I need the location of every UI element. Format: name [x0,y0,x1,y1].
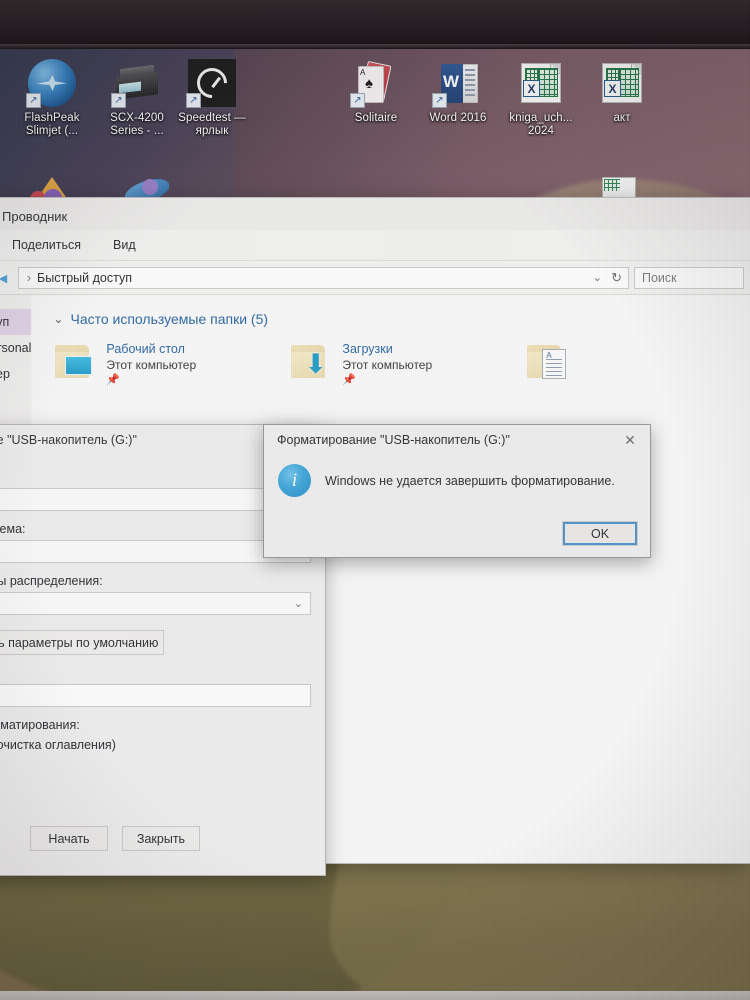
shortcut-arrow-icon: ↗ [186,93,201,108]
tab-share[interactable]: Поделиться [0,238,97,252]
volume-label-input[interactable] [0,684,311,707]
folder-location: Этот компьютер [106,358,197,372]
folder-list: Рабочий стол Этот компьютер 📌 ⬇ Загрузки… [53,341,750,387]
info-icon-glyph: i [291,469,298,491]
monitor-bezel-top [0,0,750,46]
pin-icon: 📌 [342,374,357,386]
sidebar-item-quick-access[interactable]: ...туп [0,309,32,335]
desktop-icon-label: kniga_uch... 2024 [509,112,573,137]
breadcrumb-path: Быстрый доступ [37,270,132,285]
allocation-unit-label: ...мер единицы распределения: [0,574,103,588]
excel-spreadsheet-icon: X [598,59,646,107]
error-dialog-content: i Windows не удается завершить форматиро… [264,455,650,497]
speedometer-icon: ↗ [186,59,236,108]
taskbar[interactable] [0,991,750,1000]
navigation-arrows-icon[interactable]: ◄ [0,270,10,286]
volume-label-label: ...тка тома: [0,666,311,680]
shortcut-arrow-icon: ↗ [432,93,447,108]
folder-name: Загрузки [342,342,393,356]
list-item[interactable]: ⬇ Загрузки Этот компьютер 📌 [289,341,525,387]
desktop-icon-label: FlashPeak Slimjet (... [24,112,80,137]
error-dialog-title: Форматирование "USB-накопитель (G:)" [277,433,510,447]
excel-spreadsheet-icon: X [517,59,565,107]
error-dialog-actions: OK [562,521,638,546]
explorer-ribbon-tabs[interactable]: Поделиться Вид [0,230,750,261]
address-input[interactable]: › Быстрый доступ ⌄ ↻ [17,266,629,289]
monitor-bezel-edge [0,44,750,49]
restore-defaults-button[interactable]: Восстановить параметры по умолчанию [0,630,164,655]
printer-icon: ↗ [111,59,161,108]
desktop-icon-kniga-uch-2024[interactable]: X kniga_uch... 2024 [497,59,585,138]
pin-icon: 📌 [106,374,121,386]
sidebar-item-label: ...туп [0,315,10,329]
shortcut-arrow-icon: ↗ [26,93,41,108]
close-button[interactable]: Закрыть [122,826,200,851]
allocation-unit-select[interactable]: ...96 байт ⌄ [0,592,311,615]
desktop-icon-solitaire[interactable]: A ♠ ↗ Solitaire [332,59,420,125]
desktop-icon-label: Word 2016 [429,112,487,124]
quick-format-label: Быстрое (очистка оглавления) [0,738,116,752]
tab-view[interactable]: Вид [97,238,152,252]
folder-location: Этот компьютер [342,358,433,372]
search-input[interactable]: Поиск [634,266,744,289]
shortcut-arrow-icon: ↗ [111,93,126,108]
playing-cards-icon: A ♠ ↗ [350,59,400,108]
explorer-address-bar[interactable]: ◄ › Быстрый доступ ⌄ ↻ Поиск [0,261,750,295]
list-item[interactable]: Рабочий стол Этот компьютер 📌 [53,341,289,387]
refresh-icon[interactable]: ↻ [611,270,622,286]
sidebar-item-label: ...тер [0,367,10,381]
error-dialog-titlebar[interactable]: Форматирование "USB-накопитель (G:)" ✕ [264,425,650,455]
search-placeholder: Поиск [642,270,677,285]
format-error-dialog[interactable]: Форматирование "USB-накопитель (G:)" ✕ i… [263,424,651,558]
desktop-folder-icon [53,343,97,383]
desktop-icon-label: Speedtest — ярлык [178,112,246,137]
shortcut-arrow-icon: ↗ [350,93,365,108]
info-icon: i [278,464,311,497]
sidebar-item-onedrive-personal[interactable]: ...ersonal [0,335,31,361]
frequent-folders-group-header[interactable]: ⌄ Часто используемые папки (5) [53,311,750,327]
desktop-icon-speedtest[interactable]: ↗ Speedtest — ярлык [168,59,256,138]
close-icon[interactable]: ✕ [610,426,650,454]
explorer-title: Проводник [2,209,68,224]
desktop-icon-label: Solitaire [354,112,398,124]
chevron-down-icon[interactable]: ⌄ [294,597,303,610]
explorer-titlebar[interactable]: Проводник [0,198,750,230]
quick-format-checkbox[interactable]: Быстрое (очистка оглавления) [0,738,311,752]
chevron-down-icon[interactable]: ⌄ [593,271,602,284]
folder-name: Рабочий стол [106,342,185,356]
desktop-icon-word-2016[interactable]: W ↗ Word 2016 [414,59,502,125]
error-message: Windows не удается завершить форматирова… [325,473,615,488]
format-methods-label: ...пособы форматирования: [0,718,80,732]
desktop-icon-label: акт [613,112,631,124]
desktop-icon-akt[interactable]: X акт [578,59,666,125]
word-document-icon: W ↗ [432,59,482,108]
format-dialog-actions: Начать Закрыть [0,826,325,851]
documents-folder-icon [525,343,569,383]
chevron-down-icon[interactable]: ⌄ [53,312,63,326]
downloads-folder-icon: ⬇ [289,343,333,383]
breadcrumb-separator-icon: › [26,270,32,285]
globe-icon: ↗ [26,59,76,108]
ok-button[interactable]: OK [562,521,638,546]
sidebar-item-this-pc[interactable]: ...тер [0,361,31,387]
desktop-icon-flashpeak-slimjet[interactable]: ↗ FlashPeak Slimjet (... [8,59,96,138]
sidebar-item-label: ...ersonal [0,341,32,355]
list-item[interactable] [525,341,750,387]
start-button[interactable]: Начать [30,826,108,851]
group-title: Часто используемые папки (5) [70,311,269,327]
